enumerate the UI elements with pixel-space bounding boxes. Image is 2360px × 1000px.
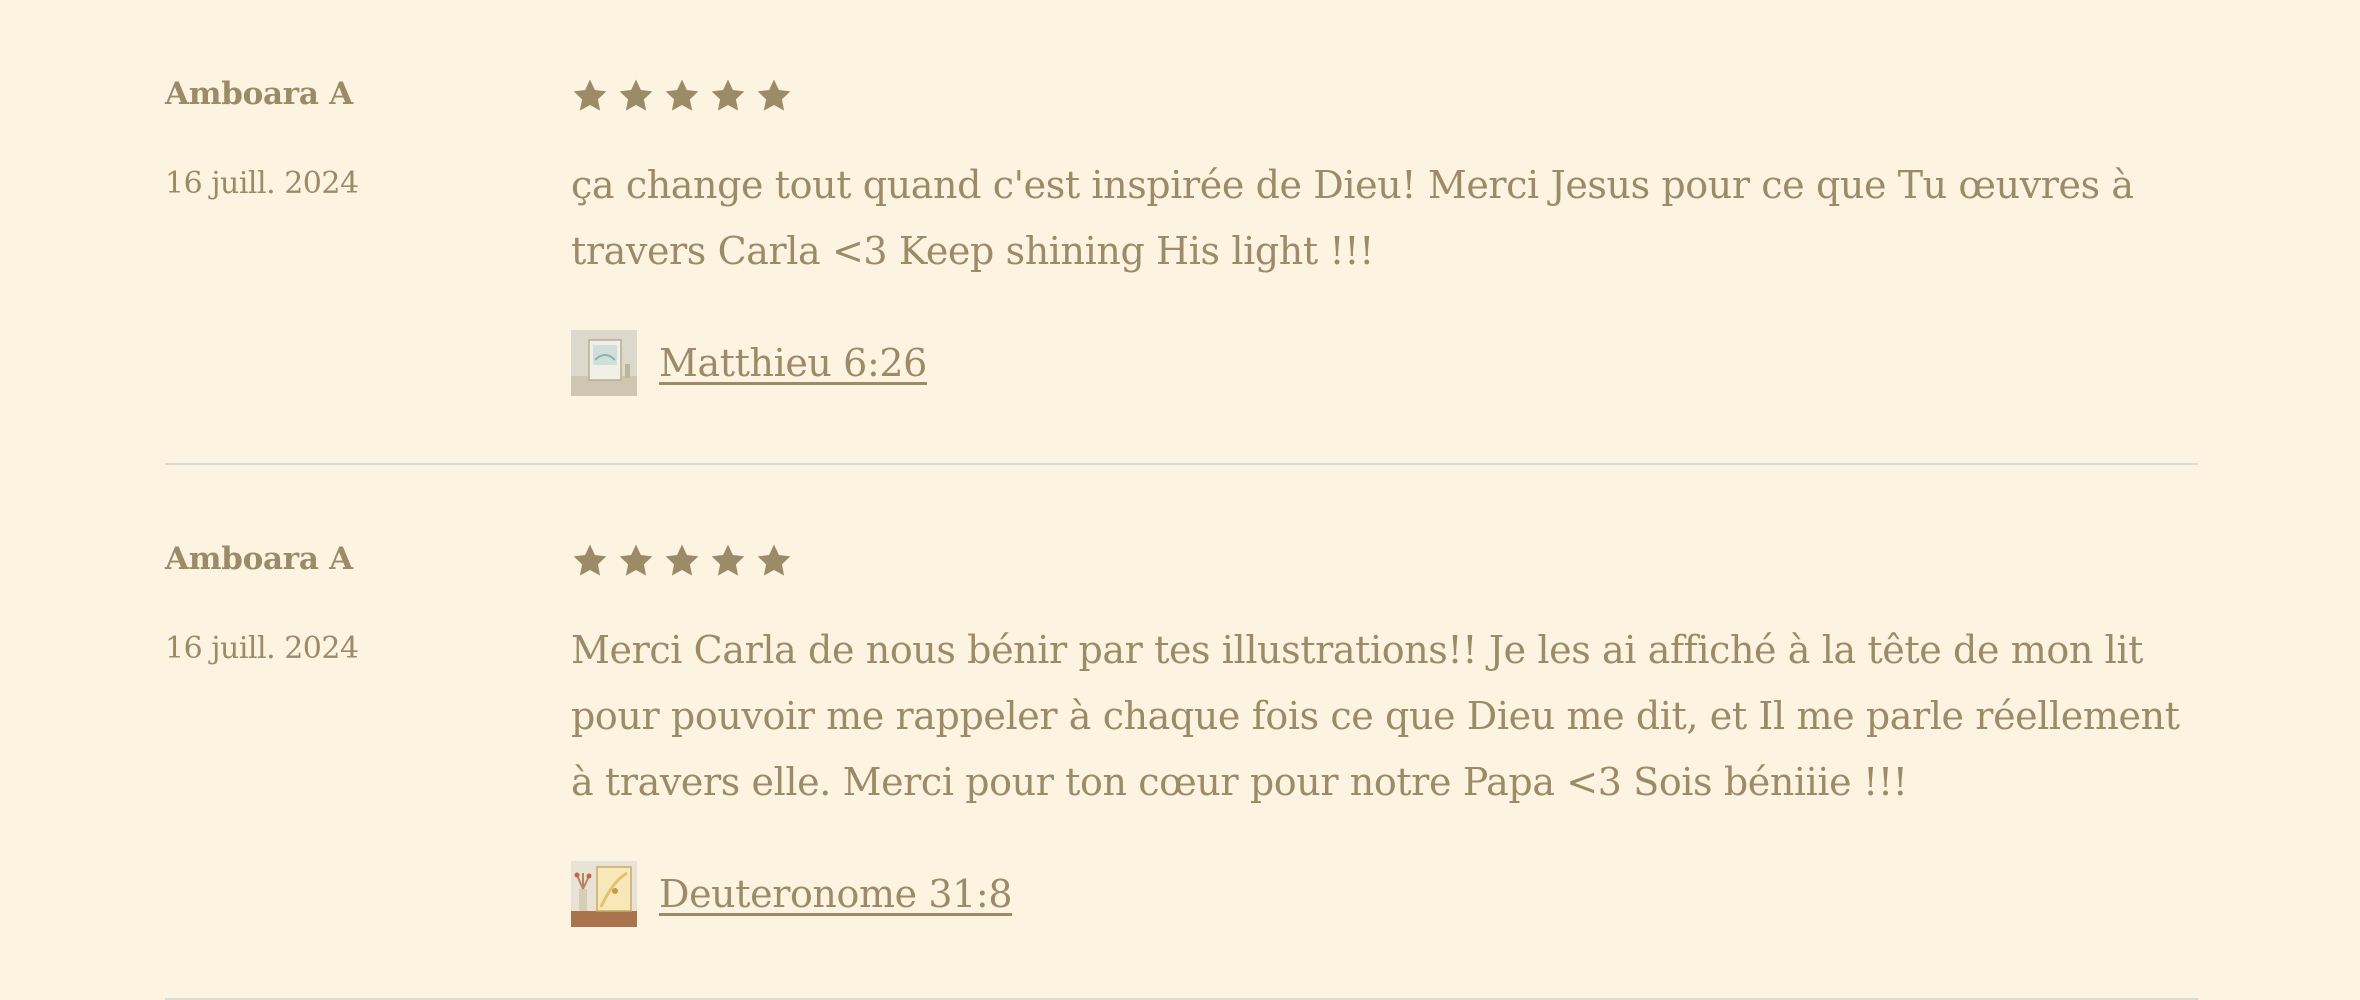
star-icon bbox=[755, 77, 793, 115]
star-icon bbox=[663, 77, 701, 115]
product-thumbnail[interactable] bbox=[571, 330, 637, 396]
review-date: 16 juill. 2024 bbox=[165, 631, 359, 666]
review-item: Amboara A 16 juill. 2024 Merci Carla de … bbox=[165, 465, 2198, 1000]
review-date: 16 juill. 2024 bbox=[165, 166, 359, 201]
star-icon bbox=[663, 542, 701, 580]
star-icon bbox=[709, 542, 747, 580]
review-content: Merci Carla de nous bénir par tes illust… bbox=[571, 541, 2196, 927]
reviewed-product[interactable]: Matthieu 6:26 bbox=[571, 330, 2196, 396]
product-link[interactable]: Deuteronome 31:8 bbox=[659, 872, 1013, 916]
star-icon bbox=[617, 77, 655, 115]
review-author: Amboara A bbox=[165, 76, 353, 112]
review-text: Merci Carla de nous bénir par tes illust… bbox=[571, 628, 2180, 804]
star-icon bbox=[571, 77, 609, 115]
star-icon bbox=[571, 542, 609, 580]
review-text: ça change tout quand c'est inspirée de D… bbox=[571, 163, 2134, 273]
review-content: ça change tout quand c'est inspirée de D… bbox=[571, 76, 2196, 396]
star-rating bbox=[571, 76, 2196, 116]
star-icon bbox=[617, 542, 655, 580]
product-thumbnail[interactable] bbox=[571, 861, 637, 927]
star-icon bbox=[755, 542, 793, 580]
star-icon bbox=[709, 77, 747, 115]
review-item: Amboara A 16 juill. 2024 ça change tout … bbox=[165, 0, 2198, 465]
reviewed-product[interactable]: Deuteronome 31:8 bbox=[571, 861, 2196, 927]
review-author: Amboara A bbox=[165, 541, 353, 577]
star-rating bbox=[571, 541, 2196, 581]
reviews-list: Amboara A 16 juill. 2024 ça change tout … bbox=[165, 0, 2198, 1000]
product-link[interactable]: Matthieu 6:26 bbox=[659, 341, 927, 385]
